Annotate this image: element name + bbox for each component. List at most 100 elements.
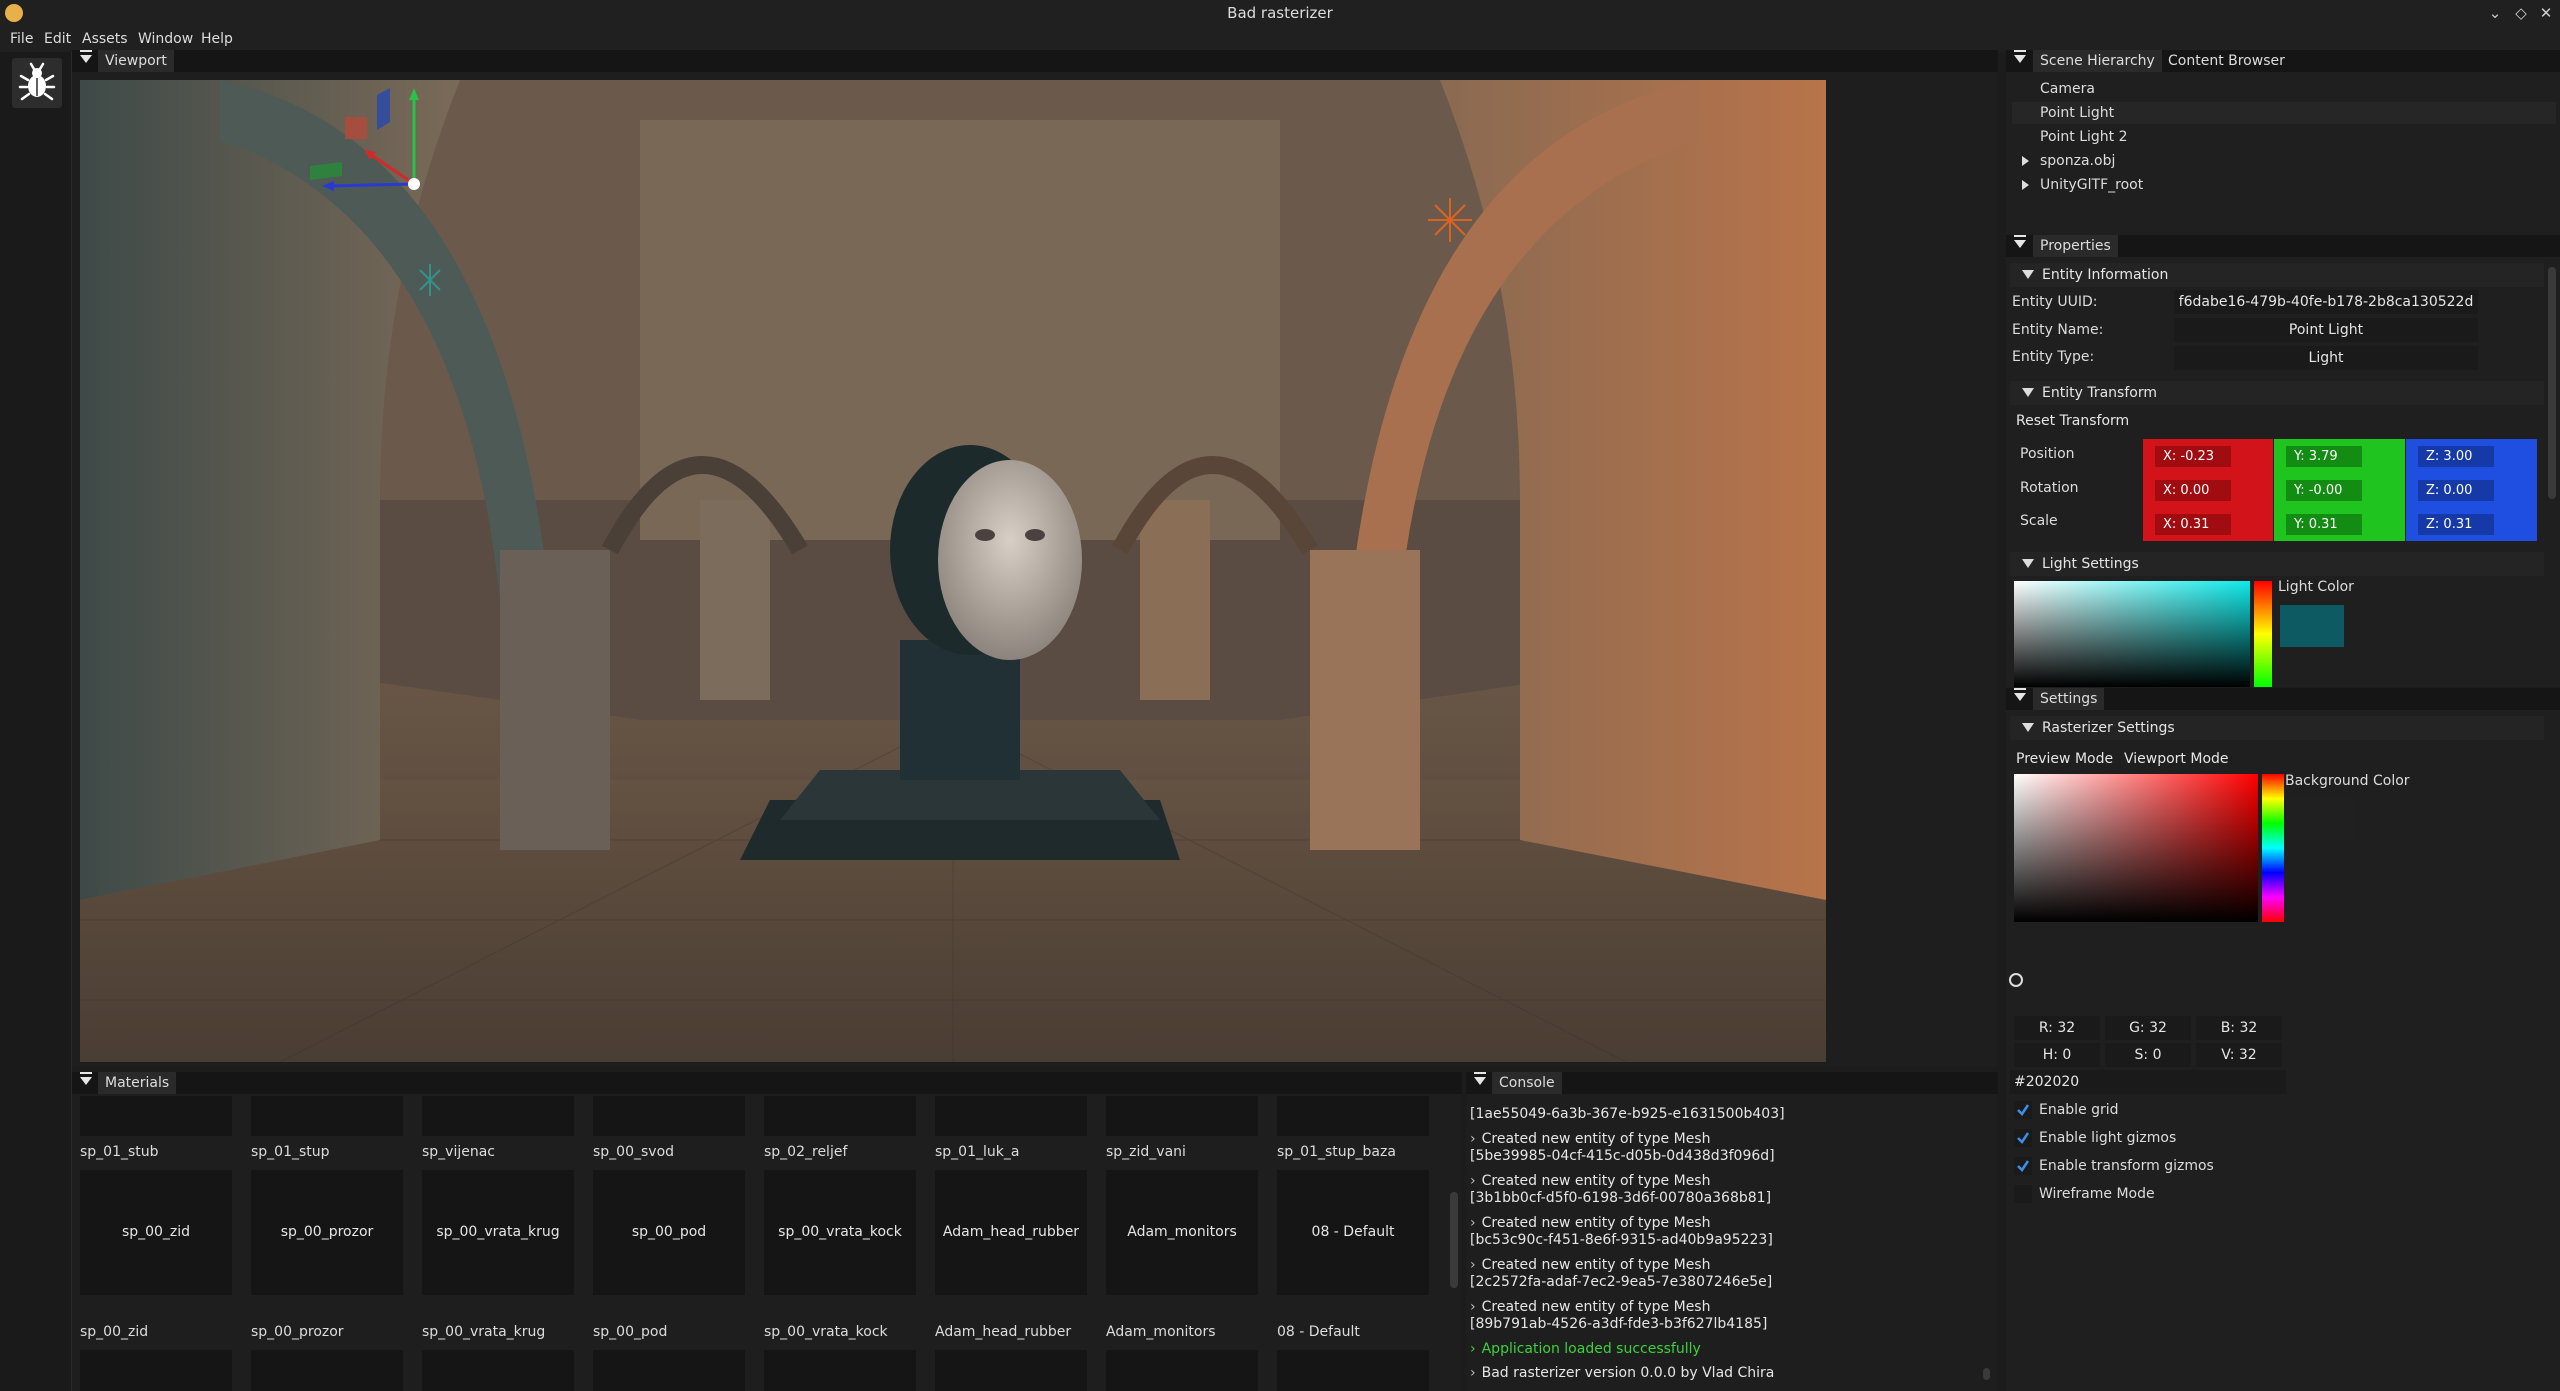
material-card[interactable] bbox=[1106, 1350, 1258, 1391]
value-field[interactable]: V: 32 bbox=[2196, 1043, 2282, 1067]
material-card[interactable] bbox=[80, 1096, 232, 1136]
tree-item-point-light[interactable]: Point Light bbox=[2012, 102, 2556, 124]
tab-viewport[interactable]: Viewport bbox=[98, 50, 174, 74]
scale-z-field[interactable]: Z: 0.31 bbox=[2418, 514, 2494, 535]
light-color-sv-picker[interactable] bbox=[2014, 581, 2250, 687]
rotation-z-field[interactable]: Z: 0.00 bbox=[2418, 480, 2494, 501]
checkbox-wireframe-mode[interactable] bbox=[2014, 1185, 2032, 1203]
menu-file[interactable]: File bbox=[10, 27, 33, 52]
position-x-field[interactable]: X: -0.23 bbox=[2155, 446, 2231, 467]
console-header: Console bbox=[1466, 1072, 1998, 1096]
material-thumbnail-label: Adam_monitors bbox=[1127, 1224, 1237, 1240]
reset-transform-button[interactable]: Reset Transform bbox=[2016, 410, 2129, 432]
tab-settings[interactable]: Settings bbox=[2033, 688, 2105, 712]
material-card[interactable] bbox=[1277, 1350, 1429, 1391]
material-card[interactable]: sp_00_vrata_kock bbox=[764, 1170, 916, 1295]
material-card[interactable]: Adam_monitors bbox=[1106, 1170, 1258, 1295]
light-color-label: Light Color bbox=[2278, 579, 2354, 595]
material-card[interactable]: sp_00_vrata_krug bbox=[422, 1170, 574, 1295]
maximize-icon[interactable]: ◇ bbox=[2510, 0, 2532, 27]
material-card[interactable]: sp_00_zid bbox=[80, 1170, 232, 1295]
close-icon[interactable]: ✕ bbox=[2535, 0, 2557, 27]
scale-y-field[interactable]: Y: 0.31 bbox=[2286, 514, 2362, 535]
material-card[interactable] bbox=[1106, 1096, 1258, 1136]
debug-button[interactable] bbox=[12, 58, 62, 108]
position-y-field[interactable]: Y: 3.79 bbox=[2286, 446, 2362, 467]
bg-color-sv-picker[interactable] bbox=[2014, 774, 2258, 922]
viewport-canvas[interactable] bbox=[80, 80, 1826, 1062]
collapse-icon[interactable] bbox=[80, 1072, 92, 1085]
tab-console[interactable]: Console bbox=[1492, 1072, 1562, 1096]
material-card[interactable] bbox=[593, 1350, 745, 1391]
name-field[interactable]: Point Light bbox=[2174, 318, 2478, 342]
material-card[interactable] bbox=[764, 1350, 916, 1391]
picker-cursor[interactable] bbox=[2009, 973, 2023, 987]
light-color-swatch[interactable] bbox=[2280, 605, 2344, 647]
expand-arrow-icon[interactable] bbox=[2022, 156, 2029, 166]
rotation-x-field[interactable]: X: 0.00 bbox=[2155, 480, 2231, 501]
minimize-icon[interactable]: ⌄ bbox=[2484, 0, 2506, 27]
checkbox-enable-light-gizmos[interactable] bbox=[2014, 1129, 2032, 1147]
viewport-mode-button[interactable]: Viewport Mode bbox=[2124, 748, 2229, 770]
checkbox-enable-transform-gizmos[interactable] bbox=[2014, 1157, 2032, 1175]
tree-item-camera[interactable]: Camera bbox=[2040, 78, 2095, 100]
console-line: › Created new entity of type Mesh bbox=[1470, 1257, 1711, 1273]
preview-mode-button[interactable]: Preview Mode bbox=[2016, 748, 2113, 770]
entity-info-section[interactable]: Entity Information bbox=[2010, 263, 2544, 287]
collapse-icon[interactable] bbox=[2014, 50, 2026, 63]
material-card[interactable] bbox=[422, 1096, 574, 1136]
material-card[interactable] bbox=[935, 1350, 1087, 1391]
material-card[interactable]: 08 - Default bbox=[1277, 1170, 1429, 1295]
material-card[interactable] bbox=[251, 1096, 403, 1136]
hue-field[interactable]: H: 0 bbox=[2014, 1043, 2100, 1067]
collapse-icon[interactable] bbox=[1474, 1072, 1486, 1085]
bg-color-swatch[interactable] bbox=[2286, 798, 2356, 840]
material-card[interactable] bbox=[1277, 1096, 1429, 1136]
collapse-icon[interactable] bbox=[80, 50, 92, 63]
scale-x-field[interactable]: X: 0.31 bbox=[2155, 514, 2231, 535]
materials-scrollbar[interactable] bbox=[1450, 1192, 1458, 1288]
material-card[interactable] bbox=[80, 1350, 232, 1391]
collapse-icon[interactable] bbox=[2014, 688, 2026, 701]
material-card[interactable]: sp_00_pod bbox=[593, 1170, 745, 1295]
light-settings-section[interactable]: Light Settings bbox=[2010, 552, 2544, 576]
saturation-field[interactable]: S: 0 bbox=[2105, 1043, 2191, 1067]
blue-field[interactable]: B: 32 bbox=[2196, 1016, 2282, 1040]
material-name: sp_00_vrata_kock bbox=[764, 1324, 888, 1340]
transform-section[interactable]: Entity Transform bbox=[2010, 381, 2544, 405]
rasterizer-settings-section[interactable]: Rasterizer Settings bbox=[2010, 716, 2544, 740]
bg-color-hue-slider[interactable] bbox=[2262, 774, 2284, 922]
menu-edit[interactable]: Edit bbox=[44, 27, 71, 52]
material-card[interactable] bbox=[593, 1096, 745, 1136]
menu-window[interactable]: Window bbox=[138, 27, 193, 52]
green-field[interactable]: G: 32 bbox=[2105, 1016, 2191, 1040]
material-name: sp_zid_vani bbox=[1106, 1144, 1186, 1160]
tree-item-point-light-2[interactable]: Point Light 2 bbox=[2040, 126, 2128, 148]
menu-help[interactable]: Help bbox=[201, 27, 233, 52]
collapse-icon[interactable] bbox=[2014, 235, 2026, 248]
properties-scrollbar[interactable] bbox=[2548, 267, 2556, 499]
material-card[interactable]: sp_00_prozor bbox=[251, 1170, 403, 1295]
console-line: › Created new entity of type Mesh bbox=[1470, 1173, 1711, 1189]
uuid-field[interactable]: f6dabe16-479b-40fe-b178-2b8ca130522d bbox=[2174, 290, 2478, 314]
light-color-hue-slider[interactable] bbox=[2254, 581, 2272, 687]
hex-field[interactable]: #202020 bbox=[2010, 1070, 2286, 1094]
material-card[interactable] bbox=[764, 1096, 916, 1136]
menu-assets[interactable]: Assets bbox=[82, 27, 128, 52]
rotation-y-field[interactable]: Y: -0.00 bbox=[2286, 480, 2362, 501]
tree-item-unitygltf-root[interactable]: UnityGlTF_root bbox=[2040, 174, 2143, 196]
material-card[interactable] bbox=[935, 1096, 1087, 1136]
material-card[interactable] bbox=[422, 1350, 574, 1391]
tab-properties[interactable]: Properties bbox=[2033, 235, 2118, 259]
checkbox-enable-grid[interactable] bbox=[2014, 1101, 2032, 1119]
expand-arrow-icon[interactable] bbox=[2022, 180, 2029, 190]
material-card[interactable] bbox=[251, 1350, 403, 1391]
tree-item-sponza[interactable]: sponza.obj bbox=[2040, 150, 2115, 172]
material-card[interactable]: Adam_head_rubber bbox=[935, 1170, 1087, 1295]
position-z-field[interactable]: Z: 3.00 bbox=[2418, 446, 2494, 467]
tab-scene-hierarchy[interactable]: Scene Hierarchy bbox=[2033, 50, 2162, 74]
tab-content-browser[interactable]: Content Browser bbox=[2161, 50, 2292, 72]
tab-materials[interactable]: Materials bbox=[98, 1072, 177, 1096]
red-field[interactable]: R: 32 bbox=[2014, 1016, 2100, 1040]
console-scrollbar[interactable] bbox=[1983, 1368, 1990, 1380]
